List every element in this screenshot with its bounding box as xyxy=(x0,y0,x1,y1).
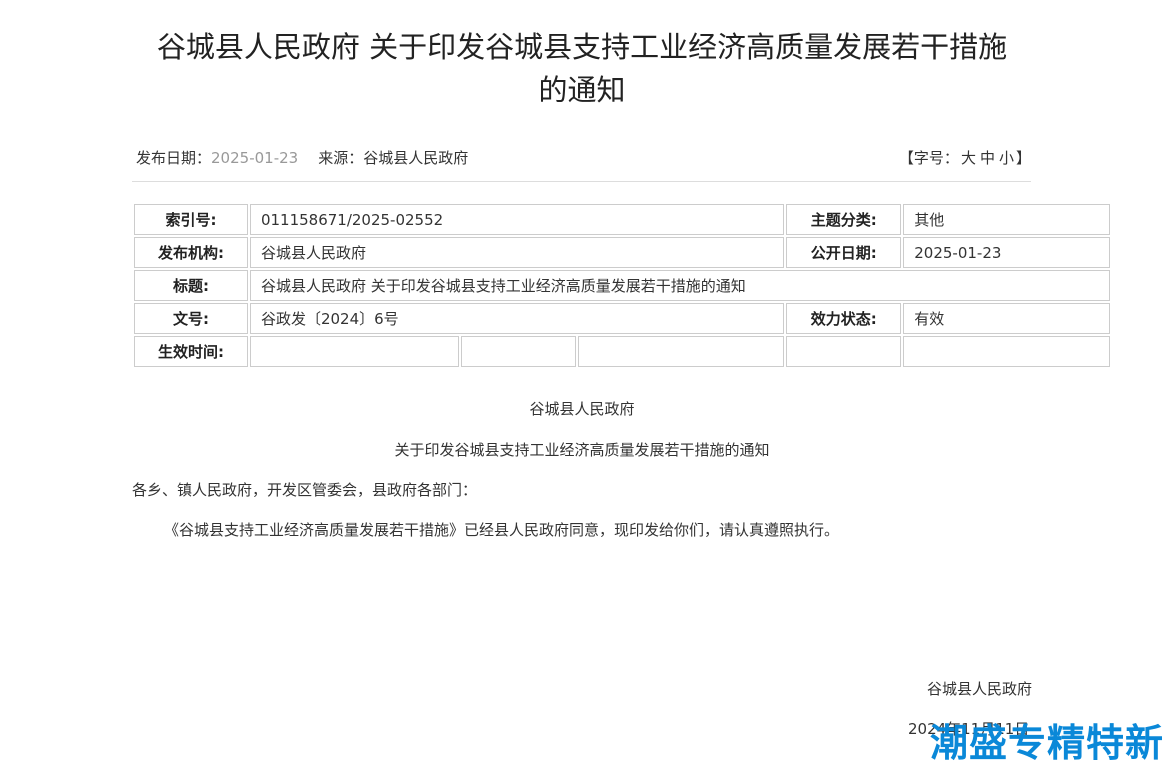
effective-cell-3 xyxy=(577,336,785,367)
title-value: 谷城县人民政府 关于印发谷城县支持工业经济高质量发展若干措施的通知 xyxy=(249,270,1110,301)
org-value: 谷城县人民政府 xyxy=(249,237,785,268)
index-value: 011158671/2025-02552 xyxy=(249,204,785,235)
date-value: 2025-01-23 xyxy=(211,149,299,167)
source-value: 谷城县人民政府 xyxy=(363,149,469,167)
watermark-logo: 潮盛专精特新 xyxy=(930,721,1165,763)
effective-cell-1 xyxy=(249,336,459,367)
doc-no-value: 谷政发〔2024〕6号 xyxy=(249,303,785,334)
title-label: 标题: xyxy=(134,270,248,301)
page-title: 谷城县人民政府 关于印发谷城县支持工业经济高质量发展若干措施 的通知 xyxy=(130,26,1034,112)
body-paragraph: 《谷城县支持工业经济高质量发展若干措施》已经县人民政府同意，现印发给你们，请认真… xyxy=(164,521,840,539)
table-row: 文号: 谷政发〔2024〕6号 效力状态: 有效 xyxy=(134,303,1110,334)
public-date-label: 公开日期: xyxy=(786,237,902,268)
body-signature: 谷城县人民政府 xyxy=(926,680,1032,698)
topic-label: 主题分类: xyxy=(786,204,902,235)
validity-label: 效力状态: xyxy=(786,303,902,334)
body-recipients: 各乡、镇人民政府，开发区管委会，县政府各部门： xyxy=(132,481,478,499)
meta-bar: 发布日期：2025-01-23 来源：谷城县人民政府 【字号：大中小】 xyxy=(136,147,1031,169)
validity-value: 有效 xyxy=(903,303,1110,334)
body-issuer: 谷城县人民政府 xyxy=(529,400,635,418)
title-line-1: 谷城县人民政府 关于印发谷城县支持工业经济高质量发展若干措施 xyxy=(156,30,1008,64)
effective-label: 生效时间: xyxy=(134,336,248,367)
meta-left: 发布日期：2025-01-23 来源：谷城县人民政府 xyxy=(136,147,1031,169)
table-row: 发布机构: 谷城县人民政府 公开日期: 2025-01-23 xyxy=(134,237,1110,268)
effective-cell-5 xyxy=(903,336,1110,367)
table-row: 索引号: 011158671/2025-02552 主题分类: 其他 xyxy=(134,204,1110,235)
font-size-suffix: 】 xyxy=(1015,149,1031,167)
public-date-value: 2025-01-23 xyxy=(903,237,1110,268)
document-page: 谷城县人民政府 关于印发谷城县支持工业经济高质量发展若干措施 的通知 发布日期：… xyxy=(0,0,1169,763)
source-label: 来源： xyxy=(318,149,364,167)
font-large-button[interactable]: 大 xyxy=(961,149,976,167)
org-label: 发布机构: xyxy=(134,237,248,268)
info-table: 索引号: 011158671/2025-02552 主题分类: 其他 发布机构:… xyxy=(132,202,1112,369)
title-line-2: 的通知 xyxy=(538,73,626,107)
index-label: 索引号: xyxy=(134,204,248,235)
table-row: 标题: 谷城县人民政府 关于印发谷城县支持工业经济高质量发展若干措施的通知 xyxy=(134,270,1110,301)
topic-value: 其他 xyxy=(903,204,1110,235)
doc-no-label: 文号: xyxy=(134,303,248,334)
effective-cell-2 xyxy=(460,336,576,367)
font-small-button[interactable]: 小 xyxy=(999,149,1014,167)
font-medium-button[interactable]: 中 xyxy=(980,149,995,167)
body-subtitle: 关于印发谷城县支持工业经济高质量发展若干措施的通知 xyxy=(394,441,770,459)
font-size-switcher: 【字号：大中小】 xyxy=(899,147,1031,169)
font-size-prefix: 【字号： xyxy=(898,149,959,167)
table-row: 生效时间: xyxy=(134,336,1110,367)
divider xyxy=(132,181,1031,182)
effective-cell-4 xyxy=(786,336,902,367)
date-label: 发布日期： xyxy=(136,149,212,167)
